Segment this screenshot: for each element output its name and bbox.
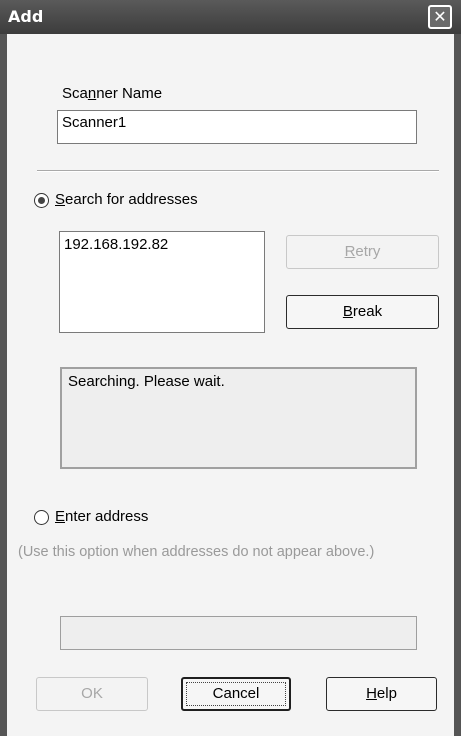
help-button[interactable]: Help xyxy=(326,677,437,711)
title-bar[interactable]: Add ✕ xyxy=(0,0,461,34)
search-label-mnemonic: S xyxy=(55,191,66,208)
search-addresses-label[interactable]: Search for addresses xyxy=(55,191,198,208)
search-status-box: Searching. Please wait. xyxy=(60,367,417,469)
scanner-name-label-part: Sca xyxy=(62,85,88,102)
add-dialog: Add ✕ Scanner Name Scanner1 Search for a… xyxy=(0,0,461,736)
scanner-name-input[interactable]: Scanner1 xyxy=(57,110,417,144)
retry-mnemonic: R xyxy=(344,243,356,260)
search-label-text: earch for addresses xyxy=(65,191,198,208)
enter-address-radio[interactable] xyxy=(34,510,49,525)
address-list[interactable]: 192.168.192.82 xyxy=(59,231,265,333)
enter-address-hint: (Use this option when addresses do not a… xyxy=(18,544,375,560)
break-label: reak xyxy=(352,303,383,320)
retry-label: etry xyxy=(355,243,381,260)
scanner-name-label: Scanner Name xyxy=(62,85,162,102)
search-addresses-radio[interactable] xyxy=(34,193,49,208)
enter-label-text: nter address xyxy=(65,508,149,525)
dialog-title: Add xyxy=(8,7,44,26)
cancel-button[interactable]: Cancel xyxy=(181,677,291,711)
scanner-name-label-mnemonic: n xyxy=(87,85,97,102)
focus-ring xyxy=(186,682,286,706)
close-icon: ✕ xyxy=(433,7,447,26)
close-button[interactable]: ✕ xyxy=(428,5,452,29)
enter-address-label[interactable]: Enter address xyxy=(55,508,148,525)
break-mnemonic: B xyxy=(342,303,353,320)
dialog-body: Scanner Name Scanner1 Search for address… xyxy=(7,34,454,736)
address-input[interactable] xyxy=(60,616,417,650)
enter-label-mnemonic: E xyxy=(55,508,66,525)
divider xyxy=(37,170,439,172)
ok-button[interactable]: OK xyxy=(36,677,148,711)
break-button[interactable]: Break xyxy=(286,295,439,329)
help-mnemonic: H xyxy=(366,685,377,702)
help-label: elp xyxy=(376,685,397,702)
retry-button[interactable]: Retry xyxy=(286,235,439,269)
scanner-name-label-part2: ner Name xyxy=(96,85,163,102)
radio-selected-dot xyxy=(38,197,45,204)
address-list-item[interactable]: 192.168.192.82 xyxy=(64,236,260,253)
